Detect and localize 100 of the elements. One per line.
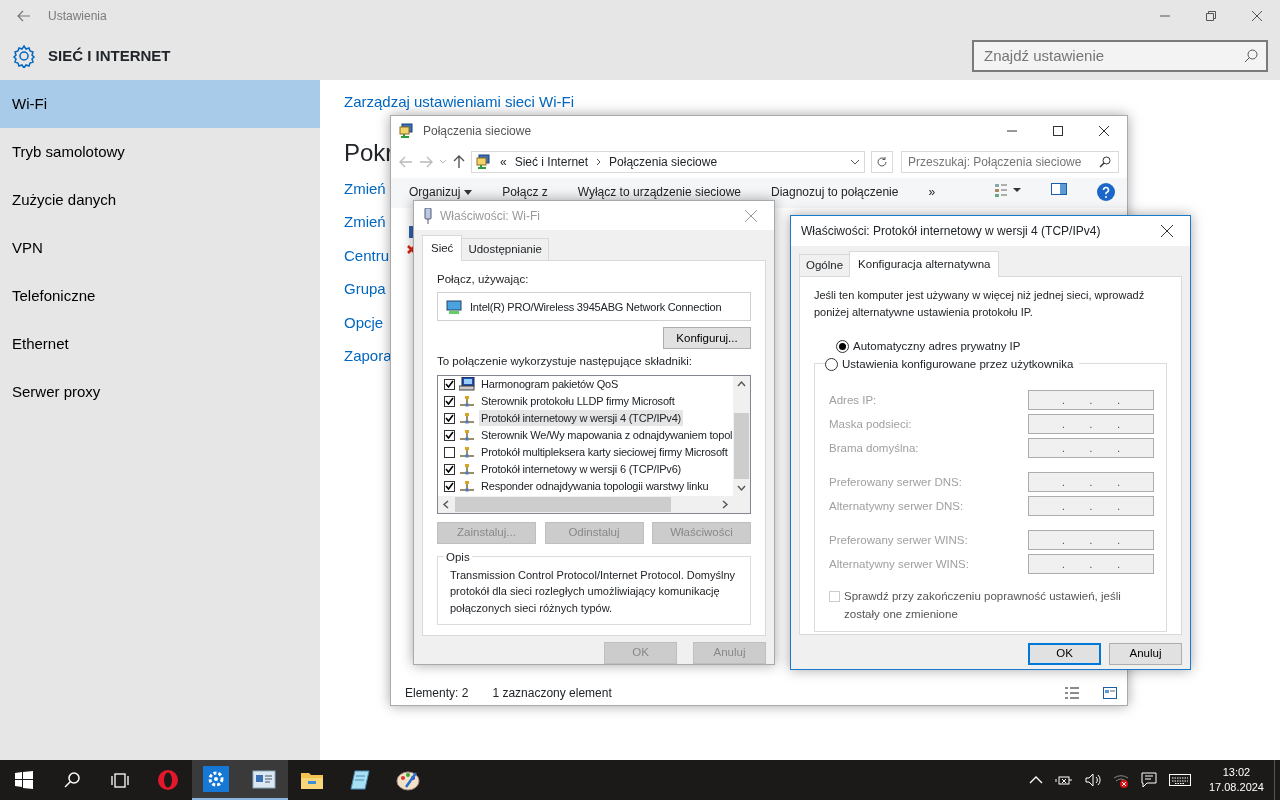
preview-pane-icon[interactable]	[1051, 183, 1068, 195]
tab[interactable]: Udostępnianie	[461, 237, 549, 260]
search-icon[interactable]	[1099, 156, 1111, 168]
window-title: Ustawienia	[48, 8, 107, 25]
restore-icon[interactable]	[1206, 11, 1216, 21]
breadcrumb-item[interactable]: Sieć i Internet	[514, 153, 589, 171]
radio-button[interactable]	[836, 340, 849, 354]
radio-label[interactable]: Ustawienia konfigurowane przez użytkownika	[842, 356, 1074, 374]
chevron-up-icon[interactable]	[1028, 776, 1043, 784]
status-text: Elementy: 2	[405, 685, 469, 702]
tab[interactable]: Ogólne	[799, 253, 851, 276]
network-protocol-icon	[459, 463, 475, 475]
refresh-button[interactable]	[871, 151, 893, 173]
gear-icon	[12, 44, 36, 68]
toolbar-button[interactable]: »	[928, 183, 936, 201]
details-view-icon[interactable]	[1065, 687, 1079, 699]
dialog-button[interactable]: OK	[1028, 643, 1101, 665]
checkbox[interactable]	[444, 463, 455, 475]
settings-link[interactable]: Zarządzaj ustawieniami sieci Wi-Fi	[344, 94, 575, 111]
network-window-button[interactable]	[240, 760, 288, 800]
speaker-icon[interactable]	[1084, 773, 1101, 787]
wifi-disconnected-icon[interactable]	[1112, 772, 1129, 788]
checkbox[interactable]	[444, 395, 455, 407]
clock-time[interactable]: 13:02	[1222, 765, 1251, 780]
up-arrow-icon[interactable]	[453, 155, 465, 169]
close-icon[interactable]	[1161, 225, 1173, 237]
sidebar-item[interactable]: Ethernet	[0, 320, 320, 368]
list-item[interactable]: Responder odnajdywania topologii warstwy linku	[479, 477, 711, 495]
refresh-icon	[876, 156, 888, 168]
toolbar-button[interactable]: Organizuj	[409, 183, 473, 201]
sidebar-item[interactable]: Zużycie danych	[0, 176, 320, 224]
notification-icon[interactable]	[1140, 772, 1157, 788]
search-input[interactable]: Przeszukaj: Połączenia sieciowe	[906, 152, 1091, 172]
configure-button[interactable]: Konfiguruj...	[663, 327, 751, 350]
tiles-view-icon[interactable]	[1103, 687, 1117, 699]
browser-icon	[157, 769, 179, 791]
checkbox[interactable]	[444, 412, 455, 424]
vertical-scrollbar[interactable]	[733, 375, 750, 513]
list-item[interactable]: Sterownik We/Wy mapowania z odnajdywaniem topol	[479, 426, 733, 444]
network-protocol-icon	[459, 480, 475, 492]
list-item[interactable]: Protokół internetowy w wersji 4 (TCP/IPv4)	[479, 409, 684, 427]
window-title: Połączenia sieciowe	[423, 123, 532, 140]
toolbar-button[interactable]: Połącz z	[502, 183, 548, 201]
keyboard-icon[interactable]	[1168, 774, 1191, 786]
sidebar-item[interactable]: Wi-Fi	[0, 80, 320, 128]
dialog-title: Właściwości: Protokół internetowy w wersji 4 (TCP/IPv4)	[801, 223, 1101, 240]
settings-link[interactable]: Zmień	[344, 214, 386, 231]
settings-link[interactable]: Zapora	[344, 348, 392, 365]
sidebar-item[interactable]: VPN	[0, 224, 320, 272]
field-label: Alternatywny serwer DNS:	[829, 498, 964, 514]
settings-link[interactable]: Opcje	[344, 314, 384, 331]
address-bar[interactable]: « Sieć i Internet Połączenia sieciowe	[471, 151, 865, 173]
back-arrow-icon[interactable]	[17, 10, 31, 22]
list-item[interactable]: Sterownik protokołu LLDP firmy Microsoft	[479, 392, 677, 410]
breadcrumb-item[interactable]: Połączenia sieciowe	[609, 153, 718, 171]
checkbox[interactable]	[444, 446, 455, 458]
dialog-button[interactable]: Anuluj	[1109, 643, 1182, 665]
maximize-icon[interactable]	[1053, 126, 1063, 136]
sidebar-item[interactable]: Telefoniczne	[0, 272, 320, 320]
view-options-icon[interactable]	[995, 183, 1022, 197]
help-icon[interactable]	[1097, 183, 1116, 201]
search-field[interactable]: Znajdź ustawienie	[972, 40, 1268, 72]
list-item[interactable]: Harmonogram pakietów QoS	[479, 375, 621, 393]
search-input[interactable]: Znajdź ustawienie	[982, 43, 1244, 69]
close-icon[interactable]	[1099, 126, 1109, 136]
power-plug-icon[interactable]	[1054, 773, 1073, 787]
network-protocol-icon	[459, 446, 475, 458]
radio-button[interactable]	[825, 358, 838, 372]
field-label: Alternatywny serwer WINS:	[829, 556, 969, 572]
field-label: Połącz, używając:	[437, 272, 530, 287]
checkbox[interactable]	[444, 378, 455, 390]
sidebar-item[interactable]: Tryb samolotowy	[0, 128, 320, 176]
description-text: Transmission Control Protocol/Internet Protocol. Domyślny protokół dla sieci rozległych umożliwiający komunikację połączonych sieci różnych typów.	[450, 567, 737, 616]
network-protocol-icon	[459, 412, 475, 424]
notepad-icon	[349, 769, 371, 791]
settings-button[interactable]	[192, 760, 240, 800]
chevron-down-icon[interactable]	[850, 159, 860, 165]
tab[interactable]: Sieć	[422, 234, 463, 261]
settings-link[interactable]: Grupa	[344, 281, 386, 298]
settings-link[interactable]: Centru	[344, 247, 390, 264]
toolbar-button[interactable]: Wyłącz to urządzenie sieciowe	[577, 183, 741, 201]
list-item[interactable]: Protokół internetowy w wersji 6 (TCP/IPv6)	[479, 460, 684, 478]
tab[interactable]: Konfiguracja alternatywna	[849, 250, 1000, 277]
close-icon[interactable]	[1252, 11, 1262, 21]
clock-date[interactable]: 17.08.2024	[1208, 780, 1264, 795]
task-view-icon	[111, 772, 129, 788]
sidebar-item[interactable]: Serwer proxy	[0, 368, 320, 416]
palette-icon	[396, 769, 420, 791]
list-item[interactable]: Protokół multipleksera karty sieciowej firmy Microsoft	[479, 443, 730, 461]
intro-text: Jeśli ten komputer jest używany w więcej niż jednej sieci, wprowadź poniżej alternatywne ustawienia protokołu IP.	[814, 288, 1146, 320]
checkbox[interactable]	[444, 480, 455, 492]
breadcrumb-separator: «	[500, 154, 507, 171]
field-label: Maska podsieci:	[829, 416, 912, 432]
field-label: Brama domyślna:	[829, 440, 919, 456]
checkbox[interactable]	[444, 429, 455, 441]
settings-link[interactable]: Zmień	[344, 180, 386, 197]
toolbar-button[interactable]: Diagnozuj to połączenie	[771, 183, 899, 201]
radio-label[interactable]: Automatyczny adres prywatny IP	[853, 338, 1021, 356]
horizontal-scrollbar[interactable]	[438, 495, 733, 513]
network-adapter-icon	[446, 298, 462, 315]
